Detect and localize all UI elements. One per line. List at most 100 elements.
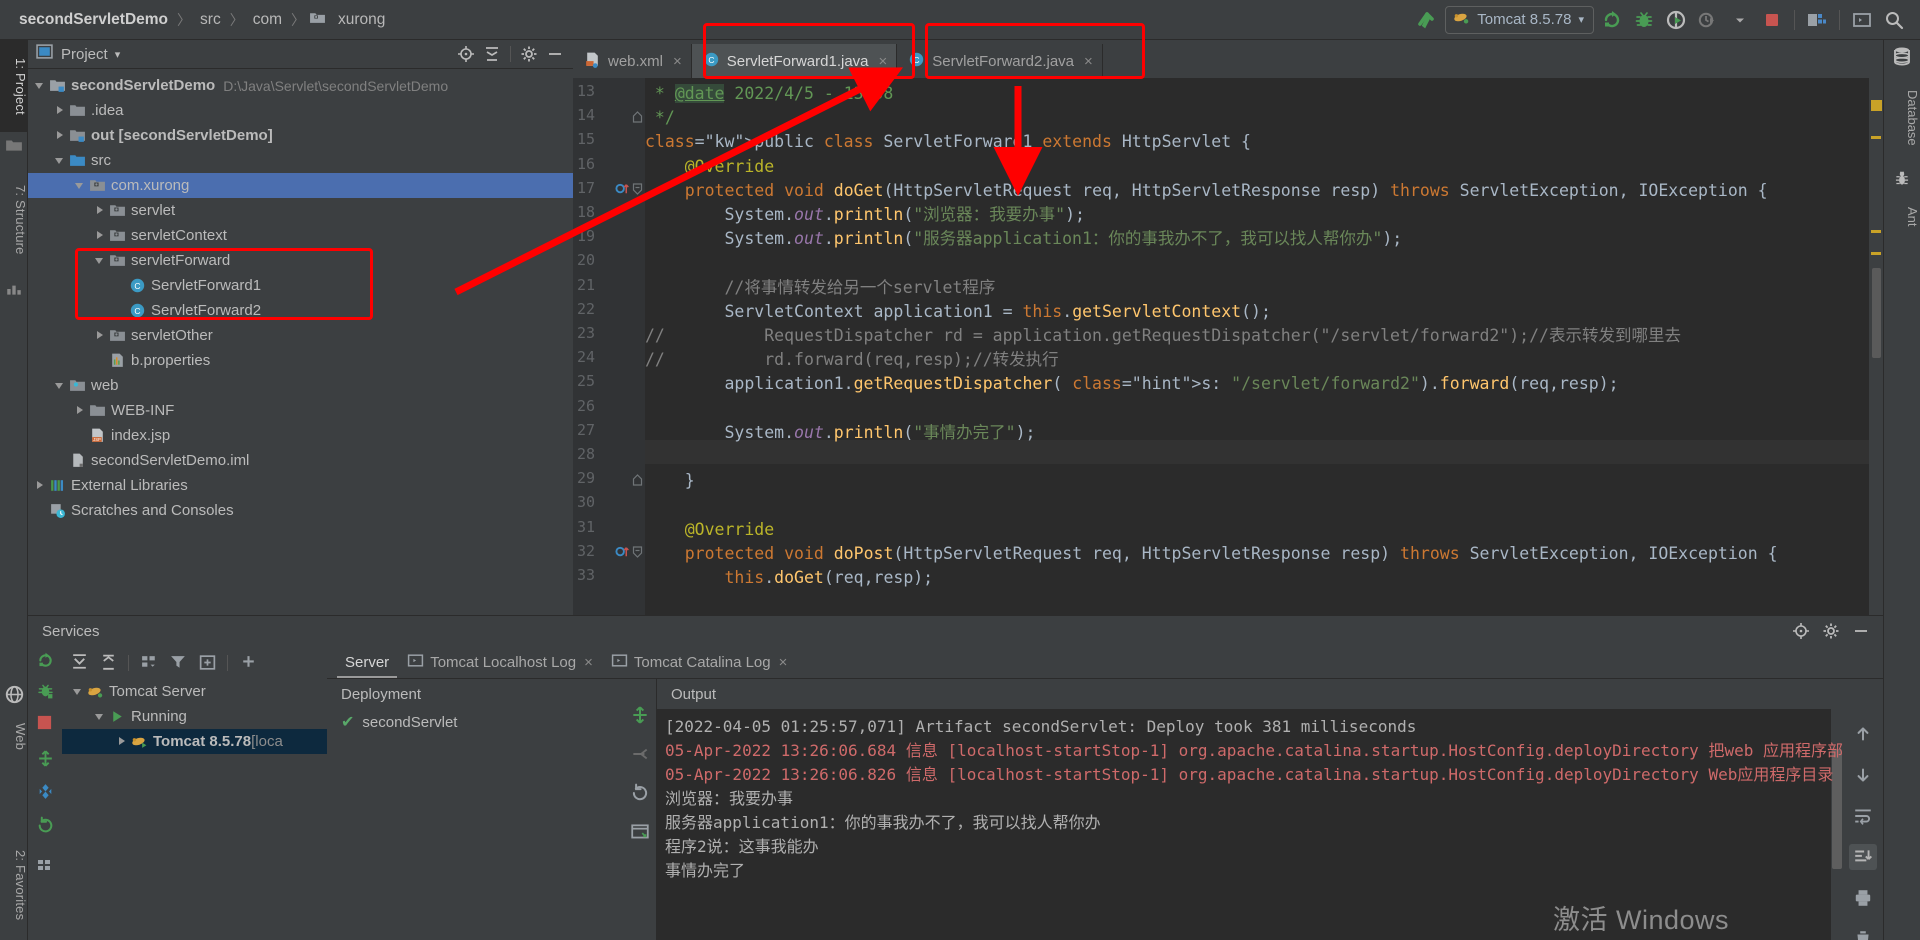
ant-icon[interactable] xyxy=(1893,170,1911,193)
update-arrow-icon[interactable] xyxy=(1413,6,1441,34)
scroll-up-icon[interactable] xyxy=(1849,721,1877,747)
profiler-icon[interactable] xyxy=(1694,6,1722,34)
services-tree-row[interactable]: Running xyxy=(62,704,327,729)
tree-row[interactable]: src xyxy=(28,148,573,173)
editor-tab[interactable]: web.xml × xyxy=(573,44,692,78)
breadcrumb-item-xurong[interactable]: xurong xyxy=(333,10,390,30)
close-icon[interactable]: × xyxy=(584,654,593,671)
tool-tab-ant[interactable]: Ant xyxy=(1883,192,1920,242)
refresh-icon[interactable] xyxy=(36,816,55,835)
services-tab[interactable]: Tomcat Catalina Log × xyxy=(603,646,796,679)
close-icon[interactable]: × xyxy=(1084,53,1093,70)
project-structure-icon[interactable] xyxy=(1803,6,1831,34)
chevron-down-icon[interactable]: ▾ xyxy=(115,48,121,61)
tree-row[interactable]: External Libraries xyxy=(28,473,573,498)
override-method-marker-icon[interactable] xyxy=(615,544,630,562)
fold-end-icon[interactable] xyxy=(632,473,643,489)
chevron-right-icon[interactable] xyxy=(94,229,107,242)
tree-row[interactable]: WEB-INF xyxy=(28,398,573,423)
filter-icon[interactable] xyxy=(165,651,191,675)
collapse-all-icon[interactable] xyxy=(95,651,121,675)
editor-gutter[interactable]: 13 14 15 16 17 18 19 20 21 22 23 24 25 26 27 28 29 30 31 32… xyxy=(573,78,645,615)
code-content[interactable]: * @date 2022/4/5 - 13:08 */ class="kw">pu… xyxy=(645,78,1869,615)
editor-marker-strip[interactable] xyxy=(1869,78,1883,615)
chevron-down-icon[interactable]: ▾ xyxy=(1578,13,1584,26)
services-tab[interactable]: Tomcat Localhost Log × xyxy=(399,646,601,679)
chevron-right-icon[interactable] xyxy=(94,329,107,342)
code-editor[interactable]: 13 14 15 16 17 18 19 20 21 22 23 24 25 26 27 28 29 30 31 32… xyxy=(573,78,1883,615)
tree-row[interactable]: Scratches and Consoles xyxy=(28,498,573,523)
collapse-all-icon[interactable] xyxy=(480,43,504,65)
breadcrumb-item-project[interactable]: secondServletDemo xyxy=(14,10,173,30)
add-icon[interactable] xyxy=(235,651,261,675)
tree-row[interactable]: servletForward xyxy=(28,248,573,273)
sidebar-item-structure[interactable]: 7: Structure xyxy=(0,165,28,275)
tree-row[interactable]: JSP index.jsp xyxy=(28,423,573,448)
add-tab-icon[interactable] xyxy=(194,651,220,675)
editor-scrollbar-thumb[interactable] xyxy=(1872,268,1881,358)
tool-tab-database[interactable]: Database xyxy=(1883,70,1920,165)
tree-row[interactable]: servletOther xyxy=(28,323,573,348)
tree-row[interactable]: C ServletForward2 xyxy=(28,298,573,323)
sidebar-item-web[interactable]: Web xyxy=(0,708,28,766)
tree-row[interactable]: secondServletDemo.iml xyxy=(28,448,573,473)
chevron-down-icon[interactable] xyxy=(74,179,87,192)
override-method-marker-icon[interactable] xyxy=(615,181,630,199)
deploy-artifact-icon[interactable] xyxy=(630,705,650,730)
close-icon[interactable]: × xyxy=(879,53,888,70)
services-tab[interactable]: Server xyxy=(337,648,398,678)
close-icon[interactable]: × xyxy=(673,53,682,70)
locate-icon[interactable] xyxy=(454,43,478,65)
print-icon[interactable] xyxy=(1849,885,1877,911)
settings-target-icon[interactable] xyxy=(1789,620,1813,642)
run-configuration-selector[interactable]: Tomcat 8.5.78 ▾ xyxy=(1445,5,1594,34)
chevron-down-icon[interactable] xyxy=(72,685,85,698)
hide-icon[interactable] xyxy=(1849,620,1873,642)
chevron-down-icon[interactable] xyxy=(54,154,67,167)
tree-row[interactable]: b.properties xyxy=(28,348,573,373)
clear-all-icon[interactable] xyxy=(1849,926,1877,940)
chevron-down-icon[interactable] xyxy=(94,254,107,267)
database-icon[interactable] xyxy=(1892,46,1912,71)
chevron-right-icon[interactable] xyxy=(94,204,107,217)
tree-row[interactable]: servlet xyxy=(28,198,573,223)
chevron-right-icon[interactable] xyxy=(116,735,129,748)
redeploy-icon[interactable] xyxy=(630,783,650,808)
breadcrumb-item-src[interactable]: src xyxy=(195,10,226,30)
chevron-right-icon[interactable] xyxy=(54,104,67,117)
tree-row[interactable]: secondServletDemo D:\Java\Servlet\secondS… xyxy=(28,73,573,98)
tree-row[interactable]: C ServletForward1 xyxy=(28,273,573,298)
run-with-coverage-icon[interactable] xyxy=(1662,6,1690,34)
debug-icon[interactable] xyxy=(36,682,55,701)
editor-tab[interactable]: C ServletForward1.java × xyxy=(691,44,898,78)
tree-row[interactable]: com.xurong xyxy=(28,173,573,198)
structure-small-icon[interactable] xyxy=(5,280,23,298)
breadcrumb-item-com[interactable]: com xyxy=(248,10,287,30)
chevron-down-icon[interactable] xyxy=(94,710,107,723)
settings-gear-icon[interactable] xyxy=(517,43,541,65)
chevron-down-icon[interactable] xyxy=(34,79,47,92)
chevron-down-icon[interactable] xyxy=(54,379,67,392)
rerun-icon[interactable] xyxy=(36,651,55,670)
profiler-chevron-down-icon[interactable] xyxy=(1726,6,1754,34)
debug-icon[interactable] xyxy=(1630,6,1658,34)
tree-row[interactable]: web xyxy=(28,373,573,398)
undeploy-icon[interactable] xyxy=(630,744,650,769)
grid-icon[interactable] xyxy=(36,856,55,875)
services-tree-row[interactable]: Tomcat 8.5.78 [loca xyxy=(62,729,327,754)
scroll-to-end-icon[interactable] xyxy=(1849,844,1877,870)
tree-row[interactable]: out [secondServletDemo] xyxy=(28,123,573,148)
soft-wrap-icon[interactable] xyxy=(1849,803,1877,829)
sidebar-item-favorites[interactable]: 2: Favorites xyxy=(0,830,28,940)
chevron-right-icon[interactable] xyxy=(74,404,87,417)
settings-gear-icon[interactable] xyxy=(1819,620,1843,642)
sidebar-item-project[interactable]: 1: Project xyxy=(0,40,28,132)
services-tree-row[interactable]: Tomcat Server xyxy=(62,679,327,704)
stop-icon[interactable] xyxy=(1758,6,1786,34)
web-globe-icon[interactable] xyxy=(5,685,24,704)
fold-end-icon[interactable] xyxy=(632,110,643,126)
search-everywhere-icon[interactable] xyxy=(1880,6,1908,34)
editor-tab[interactable]: C ServletForward2.java × xyxy=(897,44,1103,78)
group-icon[interactable] xyxy=(136,651,162,675)
close-icon[interactable]: × xyxy=(779,654,788,671)
